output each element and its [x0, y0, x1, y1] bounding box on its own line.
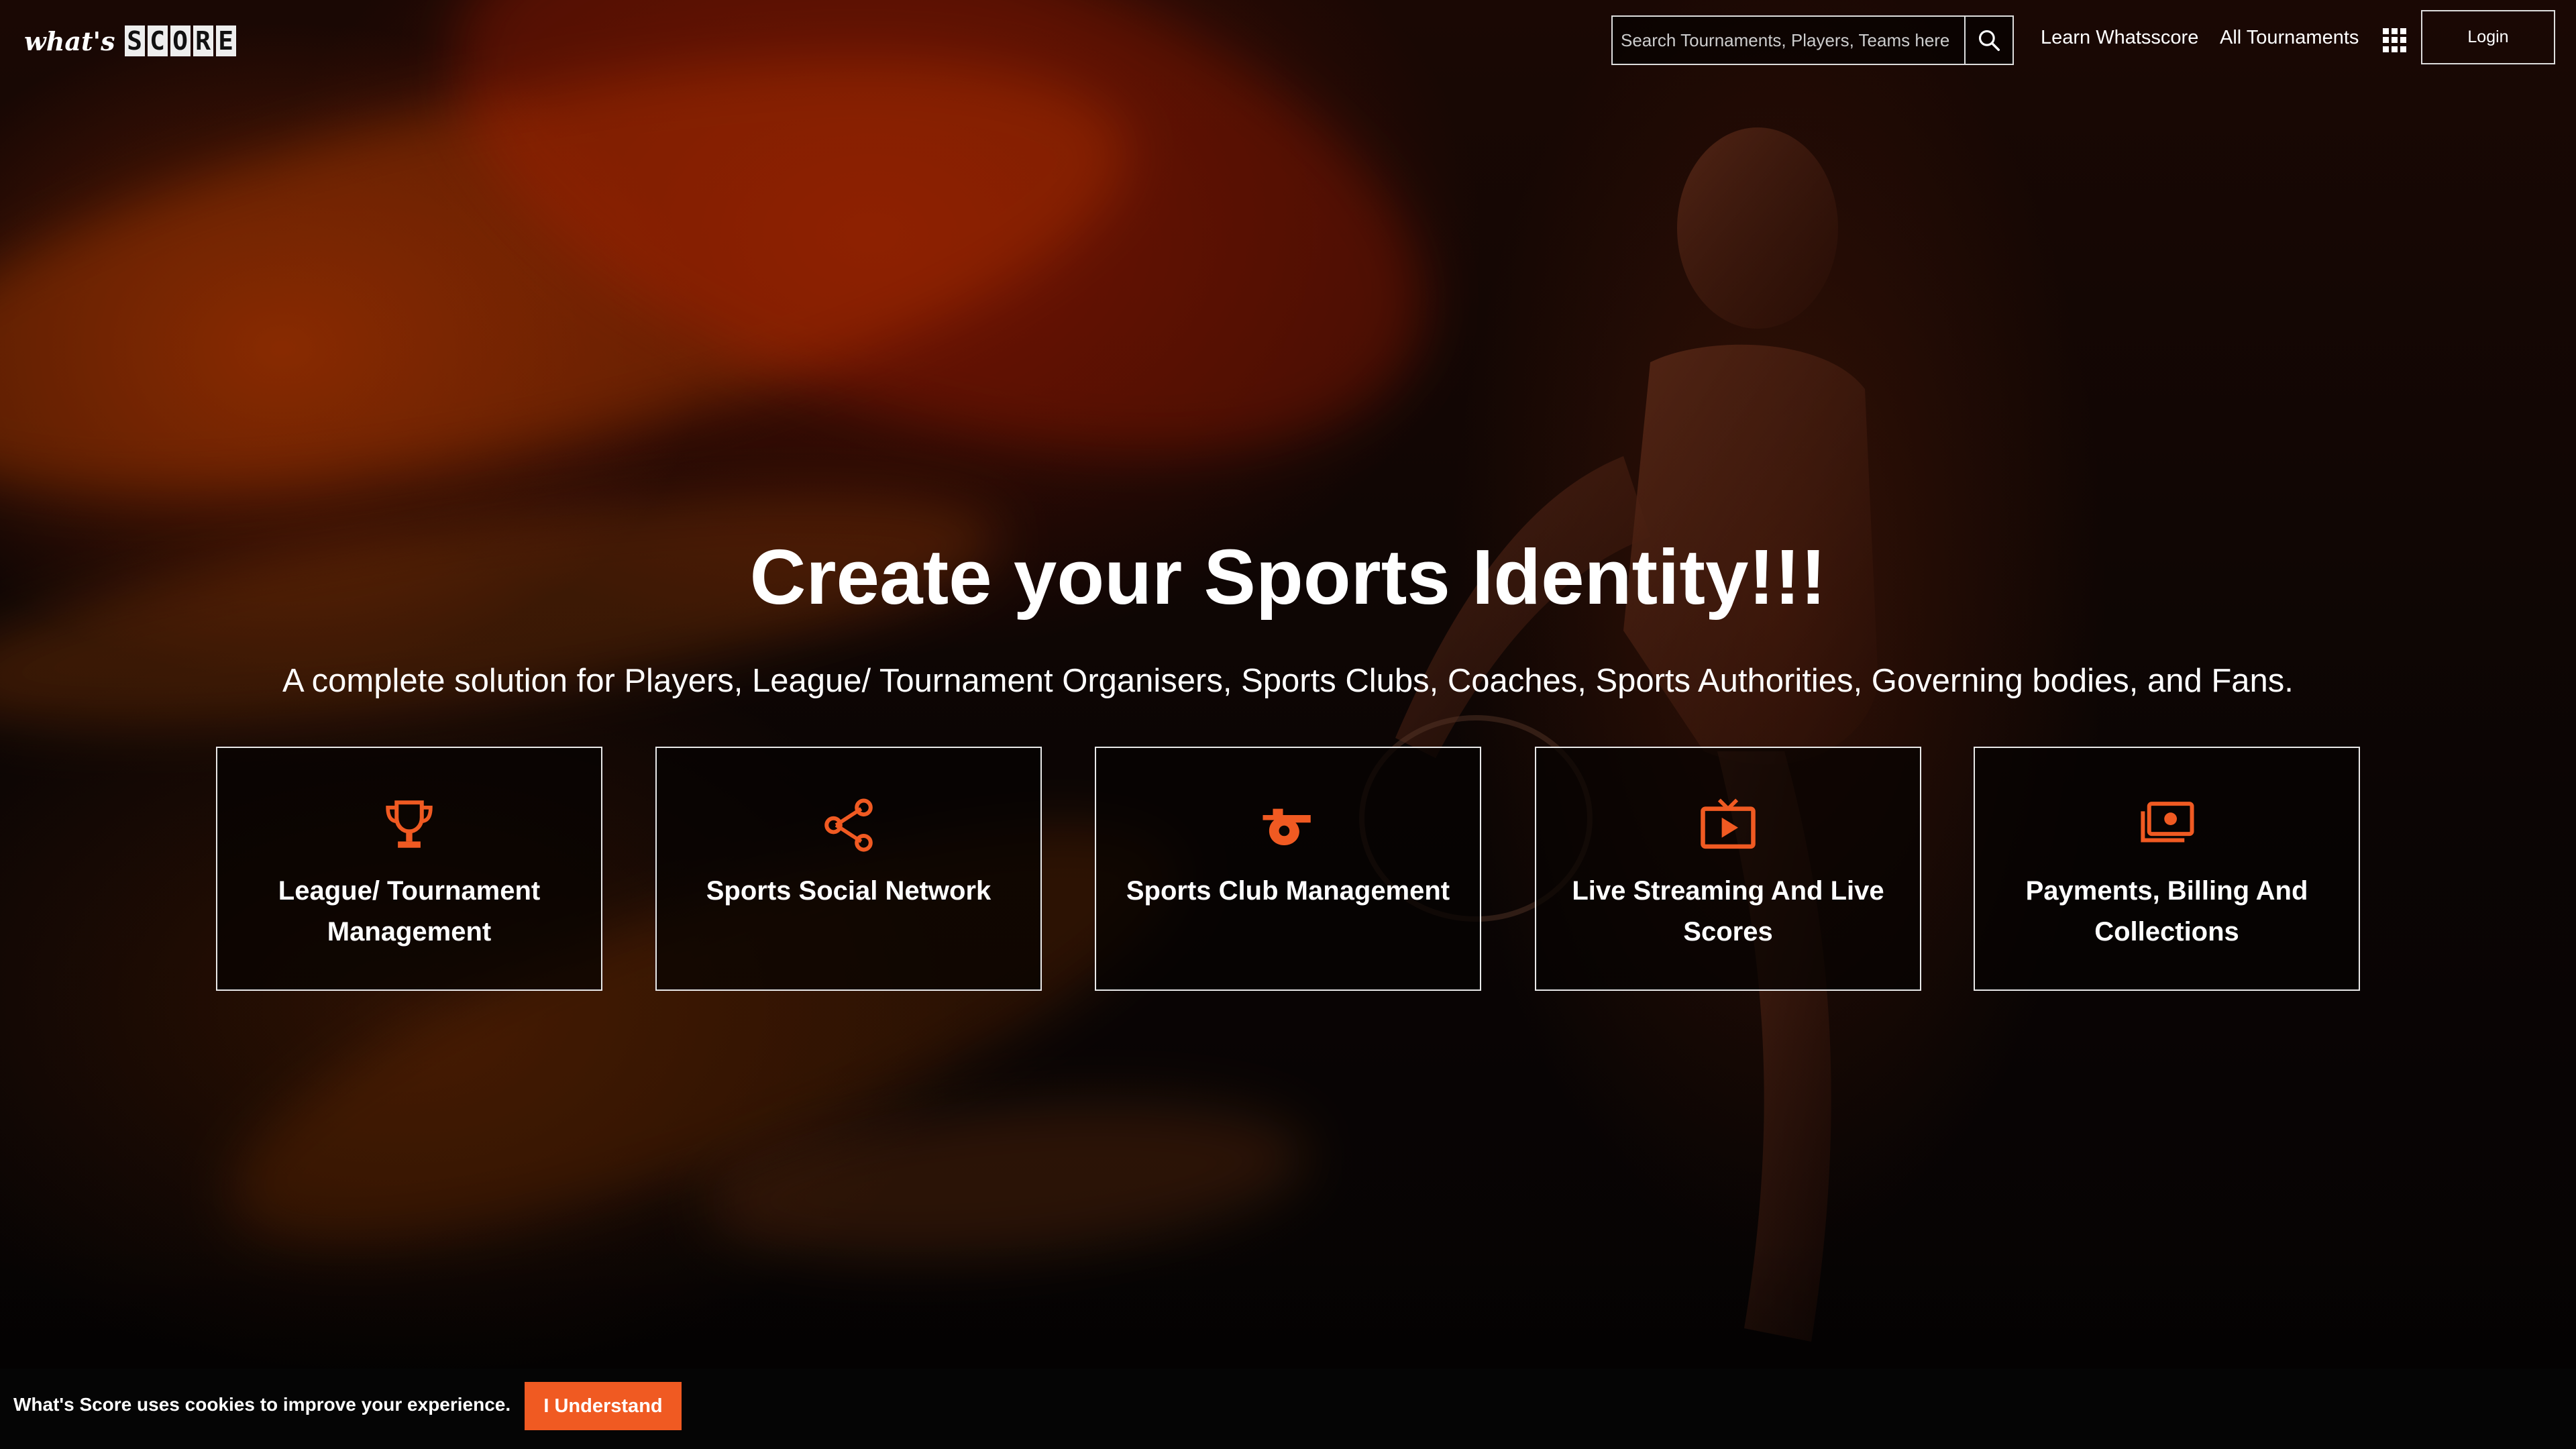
card-league-tournament-management[interactable]: League/ Tournament Management	[216, 747, 602, 991]
apps-grid-icon[interactable]	[2383, 28, 2407, 52]
card-label: Sports Club Management	[1126, 876, 1450, 906]
search-button[interactable]	[1964, 17, 2012, 64]
share-icon	[824, 798, 873, 852]
card-payments-billing-collections[interactable]: Payments, Billing And Collections	[1974, 747, 2360, 991]
cookie-accept-button[interactable]: I Understand	[525, 1382, 682, 1430]
tv-play-icon	[1701, 798, 1756, 849]
athlete-silhouette	[1359, 127, 1878, 1342]
cookie-consent-bar: What's Score uses cookies to improve you…	[0, 1368, 2576, 1449]
card-live-streaming-live-scores[interactable]: Live Streaming And Live Scores	[1535, 747, 1921, 991]
cookie-message: What's Score uses cookies to improve you…	[13, 1394, 511, 1415]
top-navbar: what's S C O R E Learn Whatsscore All To…	[0, 0, 2576, 79]
card-label: League/ Tournament Management	[278, 876, 541, 947]
money-icon	[2141, 802, 2194, 843]
hero-title: Create your Sports Identity!!!	[749, 533, 1827, 621]
nav-learn-whatsscore[interactable]: Learn Whatsscore	[2041, 27, 2198, 49]
card-sports-social-network[interactable]: Sports Social Network	[655, 747, 1042, 991]
card-label: Live Streaming And Live Scores	[1572, 876, 1884, 947]
card-label: Sports Social Network	[706, 876, 991, 906]
hero-subtitle: A complete solution for Players, League/…	[282, 663, 2294, 699]
nav-all-tournaments[interactable]: All Tournaments	[2220, 27, 2359, 49]
card-sports-club-management[interactable]: Sports Club Management	[1095, 747, 1481, 991]
whatsscore-logo[interactable]: what's S C O R E	[24, 23, 236, 59]
card-label: Payments, Billing And Collections	[2025, 876, 2308, 947]
search-input[interactable]	[1613, 17, 1964, 64]
search-bar	[1611, 15, 2014, 65]
logo-score-text: S C O R E	[124, 25, 236, 56]
logo-whats-text: what's	[24, 25, 115, 56]
hero-background-image	[0, 0, 2576, 1449]
login-button[interactable]: Login	[2421, 10, 2555, 64]
trophy-icon	[386, 800, 433, 848]
whistle-icon	[1263, 808, 1311, 845]
search-icon	[1978, 30, 2000, 51]
